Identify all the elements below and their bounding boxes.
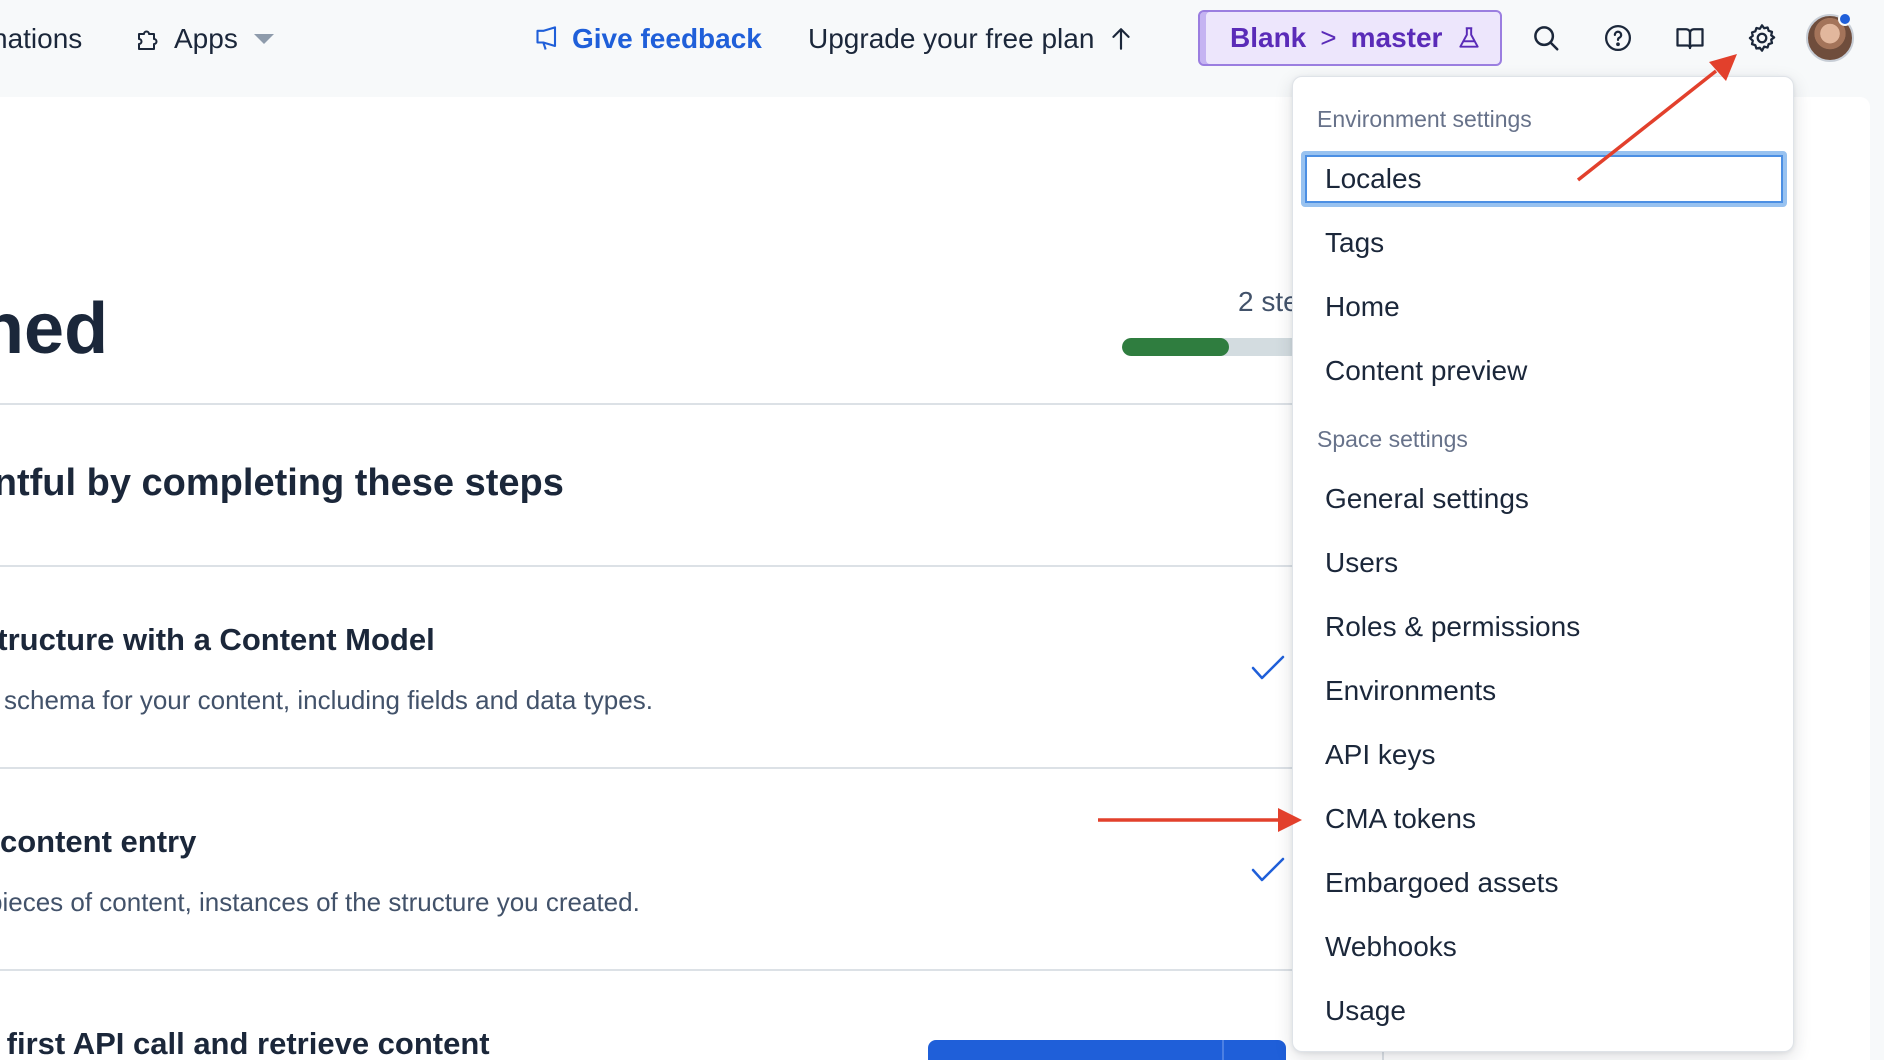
arrow-up-icon bbox=[1112, 28, 1131, 50]
section-title: tentful by completing these steps bbox=[0, 462, 564, 504]
environment-name: master bbox=[1350, 22, 1443, 53]
puzzle-icon bbox=[138, 30, 158, 50]
book-icon bbox=[1676, 28, 1704, 50]
step-title[interactable]: r first API call and retrieve content bbox=[0, 1026, 490, 1060]
menu-item-users[interactable]: Users bbox=[1301, 535, 1787, 591]
nav-apps[interactable]: Apps bbox=[134, 20, 274, 58]
step-description: pieces of content, instances of the stru… bbox=[0, 887, 640, 917]
menu-item-home[interactable]: Home bbox=[1301, 279, 1787, 335]
environment-switcher[interactable]: Blank > master bbox=[1198, 10, 1502, 66]
nav-apps-label: Apps bbox=[174, 23, 238, 54]
flask-icon bbox=[1459, 27, 1480, 48]
space-name: Blank bbox=[1230, 22, 1307, 53]
give-feedback-link[interactable]: Give feedback bbox=[534, 20, 762, 58]
docs-button[interactable] bbox=[1670, 18, 1710, 58]
step-title[interactable]: structure with a Content Model bbox=[0, 622, 435, 658]
breadcrumb-separator: > bbox=[1320, 22, 1337, 53]
menu-item-general-settings[interactable]: General settings bbox=[1301, 471, 1787, 527]
divider bbox=[0, 969, 1300, 971]
help-icon bbox=[1605, 25, 1631, 51]
check-icon bbox=[1251, 655, 1285, 680]
nav-automations-label: nations bbox=[0, 23, 83, 54]
menu-item-tags[interactable]: Tags bbox=[1301, 215, 1787, 271]
page-title: ahed bbox=[0, 289, 109, 369]
menu-item-cma-tokens[interactable]: CMA tokens bbox=[1301, 791, 1787, 847]
space-settings-heading: Space settings bbox=[1317, 426, 1468, 452]
upgrade-plan-link[interactable]: Upgrade your free plan bbox=[808, 20, 1134, 58]
check-icon bbox=[1251, 857, 1285, 882]
settings-button[interactable] bbox=[1742, 18, 1782, 58]
menu-item-usage[interactable]: Usage bbox=[1301, 983, 1787, 1039]
divider bbox=[0, 767, 1300, 769]
search-button[interactable] bbox=[1526, 18, 1566, 58]
menu-item-content-preview[interactable]: Content preview bbox=[1301, 343, 1787, 399]
progress-bar-fill bbox=[1122, 338, 1229, 356]
step-title[interactable]: content entry bbox=[0, 824, 196, 860]
give-feedback-label: Give feedback bbox=[572, 23, 762, 54]
environment-settings-heading: Environment settings bbox=[1317, 106, 1532, 132]
step-description: schema for your content, including field… bbox=[4, 685, 653, 715]
divider bbox=[0, 565, 1300, 567]
chevron-down-icon bbox=[253, 34, 274, 44]
menu-item-webhooks[interactable]: Webhooks bbox=[1301, 919, 1787, 975]
search-icon bbox=[1534, 26, 1559, 51]
help-button[interactable] bbox=[1598, 18, 1638, 58]
progress-bar bbox=[1122, 338, 1300, 356]
menu-item-roles-permissions[interactable]: Roles & permissions bbox=[1301, 599, 1787, 655]
divider bbox=[0, 403, 1300, 405]
menu-item-embargoed-assets[interactable]: Embargoed assets bbox=[1301, 855, 1787, 911]
make-api-call-button[interactable] bbox=[928, 1040, 1286, 1060]
notification-dot bbox=[1838, 12, 1852, 26]
upgrade-plan-label: Upgrade your free plan bbox=[808, 23, 1095, 54]
megaphone-icon bbox=[536, 26, 557, 50]
nav-automations[interactable]: nations bbox=[0, 20, 82, 58]
menu-item-api-keys[interactable]: API keys bbox=[1301, 727, 1787, 783]
steps-count: 2 steps bbox=[1238, 286, 1298, 317]
menu-item-environments[interactable]: Environments bbox=[1301, 663, 1787, 719]
settings-dropdown-menu: Environment settings Locales Tags Home C… bbox=[1292, 76, 1794, 1052]
menu-item-locales[interactable]: Locales bbox=[1301, 151, 1787, 207]
gear-icon bbox=[1748, 24, 1776, 52]
